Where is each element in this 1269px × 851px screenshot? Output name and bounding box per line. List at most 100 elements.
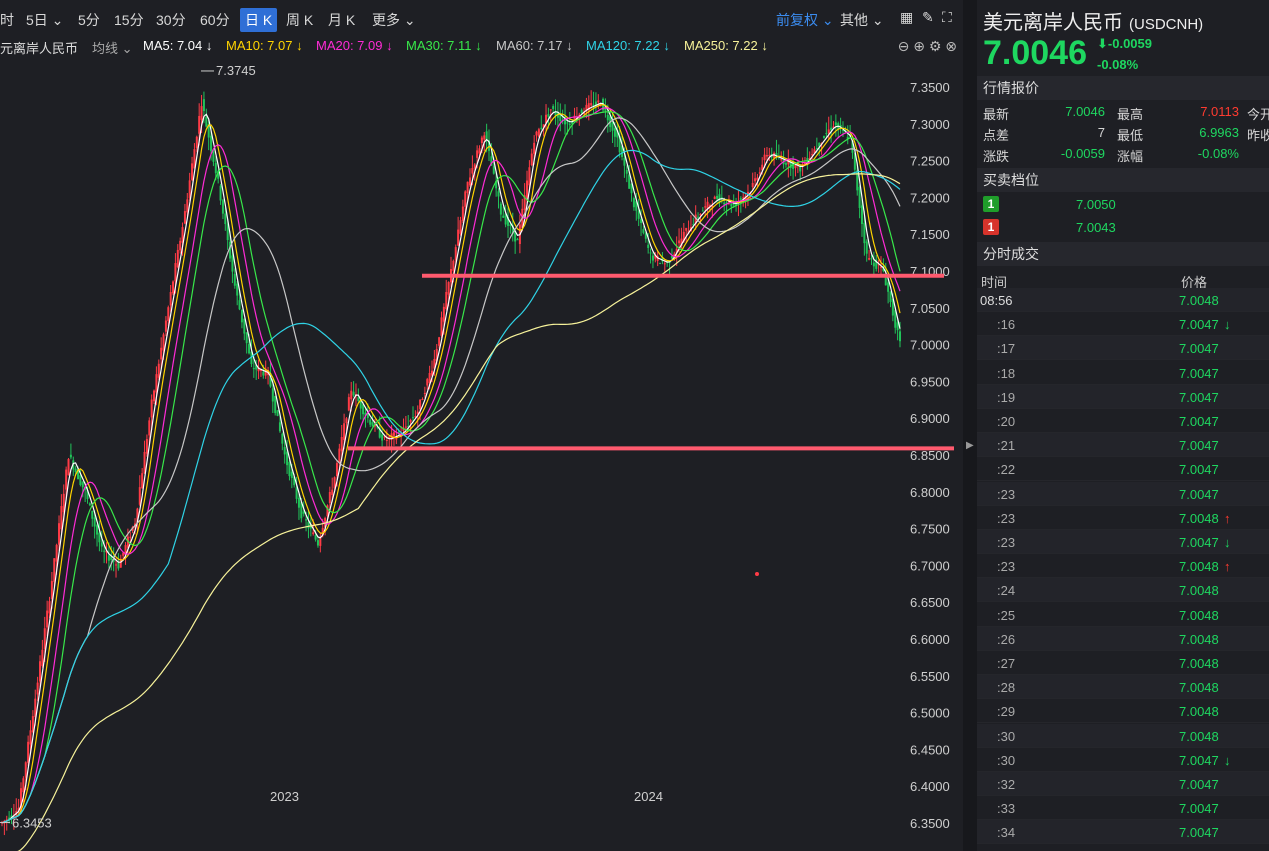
kline-chart[interactable]: 7.35007.30007.25007.20007.15007.10007.05… <box>0 56 963 851</box>
price-change: ⬇-0.0059 <box>1097 36 1152 51</box>
trade-row[interactable]: :19 7.0047 <box>977 384 1269 409</box>
y-tick-label: 7.0500 <box>910 301 950 316</box>
grid-icon[interactable]: ▦ <box>900 9 913 26</box>
fullscreen-icon[interactable]: ⛶ <box>942 9 952 26</box>
candle-body <box>150 399 153 418</box>
candle-body <box>580 109 583 114</box>
period-tab-7[interactable]: 周 K <box>286 10 313 30</box>
period-tab-9[interactable]: 更多 ⌄ <box>372 10 416 30</box>
candle-body <box>647 244 650 248</box>
y-tick-label: 6.5000 <box>910 706 950 721</box>
last-price: 7.0046 <box>983 34 1087 72</box>
candle-body <box>174 263 177 282</box>
quote-value: 7.0046 <box>1065 104 1105 119</box>
settings-gear-icon[interactable]: ⚙ <box>929 38 942 54</box>
expand-arrow-icon[interactable]: ▶ <box>966 440 974 451</box>
candle-body <box>53 558 56 582</box>
trade-row[interactable]: :27 7.0048 <box>977 651 1269 675</box>
trade-row[interactable]: :32 7.0047 <box>977 772 1269 796</box>
candle-body <box>535 131 538 136</box>
trade-row[interactable]: 08:56 7.0048 <box>977 288 1269 312</box>
candle-body <box>611 122 614 131</box>
trade-time: :33 <box>997 801 1016 817</box>
adjust-dropdown[interactable]: 前复权 ⌄ <box>776 10 834 30</box>
chart-panel[interactable]: 时 5日 ⌄ 5分 15分 30分 60分日 K 周 K 月 K 更多 ⌄ 前复权 ⌄ 其他 ⌄ ▦ ✎… <box>0 0 963 851</box>
candle-body <box>704 206 707 208</box>
period-tab-0[interactable]: 时 <box>0 10 14 30</box>
period-tab-5[interactable]: 60分 <box>200 10 230 30</box>
candle-body <box>210 135 213 152</box>
candle-body <box>214 162 217 174</box>
trade-row[interactable]: :17 7.0047 <box>977 336 1269 361</box>
zoom-in-icon[interactable]: ⊕ <box>913 38 925 54</box>
candle-body <box>88 503 91 506</box>
trade-row[interactable]: :30 7.0047 ↓ <box>977 748 1269 772</box>
candle-body <box>200 106 203 120</box>
trade-row[interactable]: :20 7.0047 <box>977 409 1269 433</box>
period-tab-6[interactable]: 日 K <box>240 8 278 32</box>
candle-body <box>129 536 132 538</box>
trade-row[interactable]: :23 7.0048 ↑ <box>977 554 1269 579</box>
trade-row[interactable]: :23 7.0048 ↑ <box>977 506 1269 530</box>
candle-body <box>338 448 341 463</box>
candle-body <box>117 562 120 569</box>
candle-body <box>442 306 445 322</box>
ma-line-5 <box>1 149 901 824</box>
marker-dot <box>755 572 759 576</box>
trade-time: :16 <box>997 317 1016 333</box>
trade-row[interactable]: :22 7.0047 <box>977 457 1269 482</box>
trade-row[interactable]: :28 7.0048 <box>977 675 1269 700</box>
trade-row[interactable]: :24 7.0048 <box>977 578 1269 603</box>
zoom-out-icon[interactable]: ⊖ <box>898 38 910 54</box>
candle-body <box>392 432 395 436</box>
trade-row[interactable]: :25 7.0048 <box>977 603 1269 627</box>
candle-body <box>231 255 234 272</box>
period-tab-4[interactable]: 30分 <box>156 10 186 30</box>
candle-body <box>651 255 654 261</box>
candle-body <box>445 292 448 310</box>
trade-price: 7.0047 <box>1179 535 1219 550</box>
panel-splitter[interactable]: ▶ <box>963 0 977 851</box>
trade-row[interactable]: :16 7.0047 ↓ <box>977 312 1269 337</box>
candle-body <box>723 202 726 205</box>
trade-row[interactable]: :30 7.0048 <box>977 723 1269 748</box>
y-tick-label: 6.4500 <box>910 742 950 757</box>
other-dropdown[interactable]: 其他 ⌄ <box>840 10 884 30</box>
candle-body <box>69 454 72 458</box>
trade-row[interactable]: :29 7.0048 <box>977 699 1269 724</box>
candle-body <box>245 332 248 344</box>
trade-row[interactable]: :26 7.0048 <box>977 626 1269 651</box>
trade-row[interactable]: :18 7.0047 <box>977 361 1269 385</box>
trade-row[interactable]: :23 7.0047 <box>977 481 1269 506</box>
y-tick-label: 6.6000 <box>910 632 950 647</box>
candle-body <box>205 116 208 127</box>
period-tab-1[interactable]: 5日 ⌄ <box>26 10 63 30</box>
ma-mode-dropdown[interactable]: 均线 ⌄ <box>92 38 133 57</box>
ma-line-4 <box>1 117 901 824</box>
trade-row[interactable]: :33 7.0047 <box>977 796 1269 821</box>
candle-body <box>328 491 331 503</box>
period-tab-3[interactable]: 15分 <box>114 10 144 30</box>
arrow-down-icon: ↓ <box>1224 752 1231 768</box>
period-tab-8[interactable]: 月 K <box>328 10 355 30</box>
trade-row[interactable]: :34 7.0047 <box>977 820 1269 845</box>
y-tick-label: 6.6500 <box>910 595 950 610</box>
arrow-up-icon: ↑ <box>1224 510 1231 526</box>
close-icon[interactable]: ⊗ <box>945 38 957 54</box>
candle-body <box>236 283 239 296</box>
orderbook-level-badge: 1 <box>983 219 999 235</box>
trade-time: :29 <box>997 704 1016 720</box>
candle-body <box>39 661 42 682</box>
candle-body <box>868 258 871 260</box>
draw-pen-icon[interactable]: ✎ <box>922 9 934 26</box>
candle-body <box>822 136 825 138</box>
period-tab-2[interactable]: 5分 <box>78 10 100 30</box>
trade-row[interactable]: :21 7.0047 <box>977 433 1269 458</box>
candle-body <box>404 426 407 428</box>
ma-label-6: MA250: 7.22 ↓ <box>684 38 768 53</box>
trade-row[interactable]: :23 7.0047 ↓ <box>977 530 1269 554</box>
candle-body <box>283 446 286 455</box>
candle-body <box>41 649 44 666</box>
candle-body <box>169 291 172 306</box>
candle-body <box>827 129 830 134</box>
